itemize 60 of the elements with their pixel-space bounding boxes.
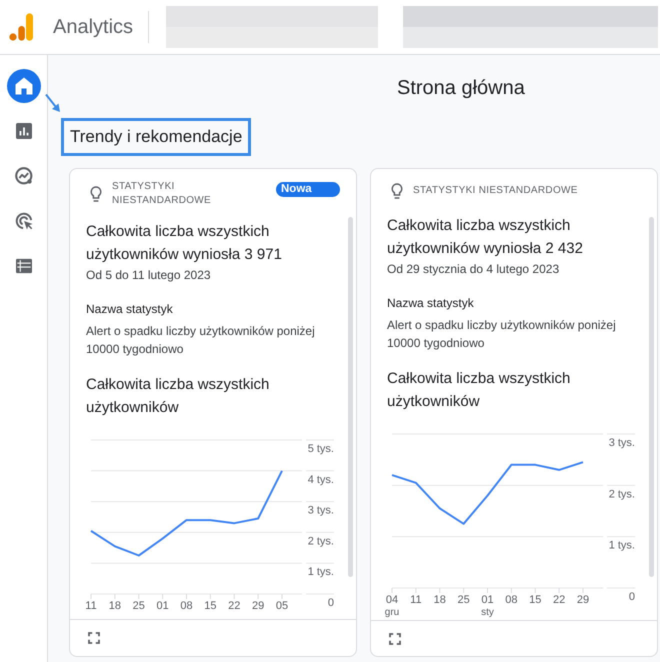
axis-label: 3 tys. — [608, 437, 635, 449]
lightbulb-icon — [391, 183, 403, 199]
expand-icon — [88, 632, 100, 644]
pointer-arrow — [44, 93, 62, 113]
insight-name: Alert o spadku liczby użytkowników poniżej 10000 tygodniowo — [387, 317, 617, 352]
axis-label: 2 tys. — [608, 488, 635, 500]
insight-name-label: Nazwa statystyk — [86, 301, 174, 318]
section-title: Trendy i rekomendacje — [70, 126, 242, 148]
trend-circle-icon — [14, 167, 32, 185]
axis-label: 18 — [108, 600, 121, 612]
axis-label: 15 — [529, 594, 542, 606]
expand-icon — [389, 633, 401, 645]
scrollbar[interactable] — [649, 217, 654, 577]
axis-label: 05 — [276, 600, 288, 612]
card-category: STATYSTYKI NIESTANDARDOWE — [112, 180, 212, 208]
axis-label: 11 — [410, 594, 422, 606]
status-badge: Nowa — [276, 182, 340, 197]
cursor-target-icon — [14, 212, 32, 230]
axis-label: 29 — [576, 594, 590, 606]
axis-label: 22 — [228, 600, 240, 612]
axis-label: 15 — [204, 600, 216, 612]
fullscreen-button[interactable] — [86, 630, 102, 646]
chart-title: Całkowita liczba wszystkich użytkowników — [86, 375, 270, 418]
nav-button[interactable] — [6, 69, 40, 103]
fullscreen-button[interactable] — [387, 631, 403, 647]
axis-label: 18 — [434, 594, 446, 606]
insight-headline: Całkowita liczba wszystkich użytkowników wyniosła 3 971 — [86, 222, 283, 265]
axis-label: 0 — [328, 597, 334, 609]
axis-label: 3 tys. — [308, 504, 334, 517]
card-category: STATYSTYKI NIESTANDARDOWE — [413, 184, 579, 198]
product-name: Analytics — [53, 15, 134, 39]
lightbulb-icon — [90, 186, 102, 202]
axis-label: 25 — [458, 594, 470, 606]
axis-label: 1 tys. — [308, 566, 334, 578]
list-icon — [16, 258, 32, 274]
axis-label: 08 — [180, 600, 193, 612]
chart-title: Całkowita liczba wszystkich użytkowników — [387, 369, 572, 412]
date-range: Od 29 stycznia do 4 lutego 2023 — [387, 261, 560, 278]
insight-name: Alert o spadku liczby użytkowników poniżej 10000 tygodniowo — [86, 323, 316, 358]
axis-label: 22 — [553, 594, 566, 606]
axis-label: 25 — [132, 600, 145, 612]
scrollbar[interactable] — [348, 217, 353, 577]
axis-label: 1 tys. — [608, 540, 635, 552]
axis-label: 4 tys. — [308, 474, 334, 486]
axis-label: 29 — [252, 600, 264, 612]
home-icon — [14, 77, 32, 95]
axis-label: 11 — [85, 600, 97, 612]
analytics-logo — [9, 13, 33, 41]
axis-label: 5 tys. — [308, 443, 334, 455]
axis-label: 08 — [505, 594, 518, 606]
axis-label: 01 — [156, 600, 169, 612]
axis-label: 0 — [628, 591, 635, 603]
axis-label: 01 sty — [481, 594, 494, 618]
bar-chart-icon — [16, 123, 32, 139]
insight-name-label: Nazwa statystyk — [387, 295, 475, 312]
axis-label: 2 tys. — [308, 535, 334, 548]
insight-headline: Całkowita liczba wszystkich użytkowników wyniosła 2 432 — [387, 216, 584, 259]
date-range: Od 5 do 11 lutego 2023 — [86, 267, 212, 284]
page-title: Strona główna — [397, 76, 525, 100]
axis-label: 04 gru — [384, 594, 400, 618]
